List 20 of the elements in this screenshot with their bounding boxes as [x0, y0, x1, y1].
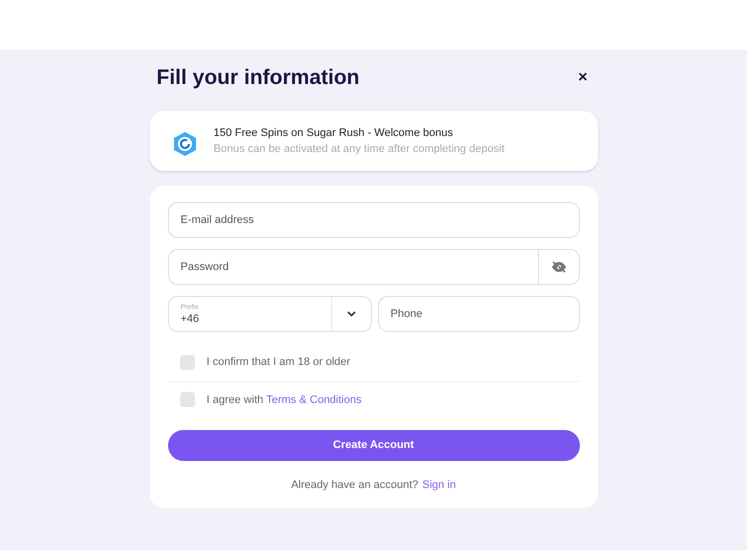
prefix-value: +46 [180, 312, 200, 326]
sign-in-link[interactable]: Sign in [422, 477, 456, 494]
checkbox-label: I agree with Terms & Conditions [206, 392, 362, 408]
password-field[interactable]: Password [168, 249, 538, 285]
checkbox[interactable] [180, 392, 194, 408]
bonus-description: Bonus can be activated at any time after completing deposit [214, 142, 505, 157]
bonus-title: 150 Free Spins on Sugar Rush - Welcome bonus [214, 126, 454, 140]
create-account-button[interactable]: Create Account [168, 430, 580, 461]
terms-link[interactable]: Terms & Conditions [266, 394, 362, 406]
checkbox-label: I confirm that I am 18 or older [206, 355, 350, 370]
chevron-down-icon [346, 311, 356, 317]
eye-off-icon [550, 261, 566, 273]
account-prompt: Already have an account? [291, 478, 418, 493]
phone-field[interactable]: Phone [378, 296, 580, 332]
toggle-visibility-button[interactable] [538, 249, 580, 285]
bonus-icon [172, 130, 198, 156]
page-title: Fill your information [156, 65, 360, 91]
close-button[interactable]: × [578, 70, 588, 86]
email-field[interactable]: E-mail address [168, 202, 580, 238]
checkbox[interactable] [180, 354, 194, 370]
